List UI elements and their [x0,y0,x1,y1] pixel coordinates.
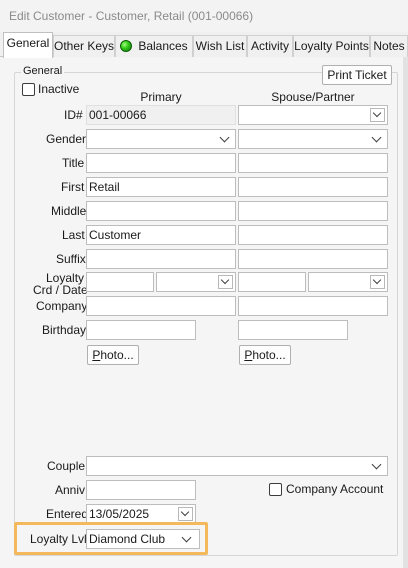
tab-label: General [6,36,50,50]
loyalty-level-dropdown[interactable]: Diamond Club [86,529,200,549]
chevron-down-icon [371,132,382,143]
tab-balances[interactable]: Balances [115,35,193,57]
entered-value: 13/05/2025 [89,507,150,521]
spouse-first-input[interactable] [238,177,388,197]
suffix-label: Suffix [56,252,86,266]
chevron-down-icon [219,132,230,143]
tab-label: Loyalty Points [294,39,369,53]
tab-label: Notes [373,39,405,53]
primary-column-header: Primary [140,90,182,104]
primary-company-input[interactable] [86,296,236,316]
primary-gender-dropdown[interactable] [86,129,236,149]
title-label: Title [62,156,85,170]
primary-first-input[interactable]: Retail [86,177,236,197]
spouse-photo-button[interactable]: Photo... [239,345,291,365]
primary-middle-input[interactable] [86,201,236,221]
anniv-label: Anniv [55,483,86,497]
primary-title-input[interactable] [86,153,236,173]
tab-label: Activity [250,39,289,53]
inactive-checkbox[interactable] [22,83,35,96]
loyalty-lvl-label: Loyalty Lvl [30,532,87,546]
primary-loyalty-card-input[interactable] [86,272,154,292]
chevron-down-icon [370,108,385,122]
tab-other-keys[interactable]: Other Keys [53,35,115,57]
primary-loyalty-date-picker[interactable] [156,272,236,292]
tab-wish-list[interactable]: Wish List [193,35,247,57]
tab-notes[interactable]: Notes [370,35,408,57]
chevron-down-icon [218,275,233,289]
print-ticket-button[interactable]: Print Ticket [322,65,392,85]
entered-label: Entered [46,507,89,521]
window-titlebar: Edit Customer - Customer, Retail (001-00… [0,0,408,32]
primary-suffix-input[interactable] [86,249,236,269]
spouse-loyalty-card-input[interactable] [238,272,306,292]
chevron-down-icon [370,275,385,289]
spouse-loyalty-date-picker[interactable] [308,272,388,292]
spouse-title-input[interactable] [238,153,388,173]
chevron-down-icon [371,459,382,470]
primary-photo-button[interactable]: Photo... [87,345,139,365]
spouse-id-dropdown[interactable] [238,105,388,125]
tab-strip: General Other Keys Balances Wish List Ac… [0,32,408,58]
spouse-last-input[interactable] [238,225,388,245]
company-account-label: Company Account [286,482,384,496]
spouse-gender-dropdown[interactable] [238,129,388,149]
photo-label: hoto... [252,348,286,362]
tab-activity[interactable]: Activity [247,35,293,57]
photo-label: hoto... [100,348,134,362]
last-label: Last [62,228,85,242]
green-ball-icon [120,40,133,52]
tab-label: Other Keys [54,39,115,53]
spouse-birthday-input[interactable] [238,320,348,340]
id-label: ID# [64,108,83,122]
loyalty-level-value: Diamond Club [89,532,166,546]
tab-general[interactable]: General [3,32,53,58]
tab-label: Wish List [195,39,245,53]
chevron-down-icon [178,507,193,521]
spouse-company-input[interactable] [238,296,388,316]
couple-dropdown[interactable] [86,456,388,476]
primary-last-input[interactable]: Customer [86,225,236,245]
spouse-suffix-input[interactable] [238,249,388,269]
primary-birthday-input[interactable] [86,320,196,340]
anniv-input[interactable] [86,480,196,500]
middle-label: Middle [51,204,87,218]
company-account-checkbox[interactable] [269,483,282,496]
couple-label: Couple [47,459,86,473]
spouse-middle-input[interactable] [238,201,388,221]
primary-id-field: 001-00066 [86,105,236,125]
scroll-edge [403,57,408,568]
inactive-label: Inactive [38,82,80,96]
tab-loyalty-points[interactable]: Loyalty Points [293,35,370,57]
group-label: General [21,65,65,77]
entered-date-picker[interactable]: 13/05/2025 [86,504,196,524]
birthday-label: Birthday [42,323,87,337]
gender-label: Gender [46,132,87,146]
chevron-down-icon [181,532,192,543]
tab-label: Balances [138,39,188,53]
first-label: First [61,180,85,194]
window-title: Edit Customer - Customer, Retail (001-00… [9,9,254,23]
spouse-column-header: Spouse/Partner [271,90,355,104]
company-label: Company [36,299,88,313]
loyalty-crd-label-2: Crd / Date [33,283,88,297]
